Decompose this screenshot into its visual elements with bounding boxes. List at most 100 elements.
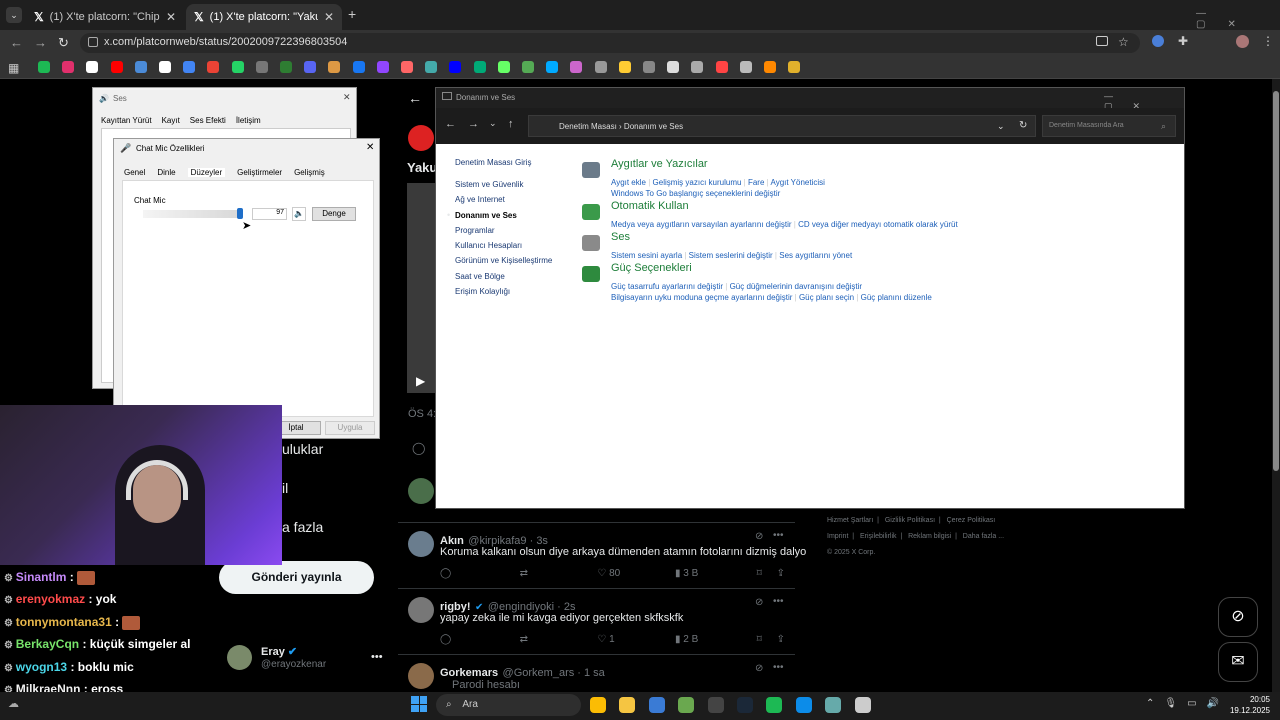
tab-enhancements[interactable]: Geliştirmeler <box>237 168 282 177</box>
trend-fragment[interactable]: il <box>282 480 288 496</box>
menu-icon[interactable]: ⋮ <box>1262 34 1274 48</box>
speaker-icon[interactable] <box>582 235 600 251</box>
widgets-icon[interactable]: ☁ <box>8 697 19 710</box>
grok-icon[interactable]: ⊘ <box>755 663 763 674</box>
bookmark-favicon-icon[interactable] <box>401 61 413 73</box>
extensions-puzzle-icon[interactable]: ✚ <box>1178 34 1188 48</box>
bookmark-favicon-icon[interactable] <box>691 61 704 73</box>
browser-tab-active[interactable]: 𝕏 (1) X'te platcorn: "YakupTV, Gro ✕ <box>186 4 342 30</box>
power-options-icon[interactable] <box>582 266 600 282</box>
address-bar[interactable]: x.com/platcornweb/status/200200972239680… <box>80 33 1140 53</box>
tab-advanced[interactable]: Gelişmiş <box>294 168 325 177</box>
apps-grid-icon[interactable]: ▦ <box>8 61 19 75</box>
breadcrumb-item[interactable]: Denetim Masası <box>559 122 617 131</box>
share-icon[interactable]: ⇪ <box>777 568 785 579</box>
nav-item[interactable]: Kullanıcı Hesapları <box>455 241 522 250</box>
site-info-icon[interactable] <box>88 37 98 47</box>
bookmark-favicon-icon[interactable] <box>159 61 171 73</box>
category-title[interactable]: Otomatik Kullan <box>611 200 689 212</box>
video-thumbnail[interactable] <box>407 183 435 393</box>
more-icon[interactable]: ••• <box>773 596 784 607</box>
slider-thumb[interactable] <box>237 208 243 219</box>
footer-link[interactable]: Daha fazla ... <box>963 533 1004 540</box>
footer-link[interactable]: Reklam bilgisi <box>908 533 951 540</box>
bookmark-favicon-icon[interactable] <box>449 61 462 73</box>
reload-icon[interactable]: ↻ <box>58 35 69 51</box>
nav-item[interactable]: Programlar <box>455 226 495 235</box>
like-button[interactable]: ♡ 80 <box>597 568 675 579</box>
bookmark-favicon-icon[interactable] <box>667 61 680 73</box>
account-name[interactable]: Eray ✔ <box>261 645 297 658</box>
tab-communications[interactable]: İletişim <box>236 116 261 125</box>
reply-avatar[interactable] <box>408 597 434 623</box>
search-input[interactable]: Denetim Masasında Ara ⌕ <box>1042 115 1176 137</box>
forward-icon[interactable]: → <box>468 118 479 130</box>
reply-icon[interactable]: ◯ <box>440 634 520 645</box>
chrome-icon[interactable] <box>590 697 606 713</box>
close-tab-icon[interactable]: ✕ <box>324 10 334 24</box>
bookmark-favicon-icon[interactable] <box>739 61 752 73</box>
bookmark-favicon-icon[interactable] <box>231 61 244 73</box>
messages-fab[interactable]: ✉ <box>1218 642 1258 682</box>
balance-button[interactable]: Denge <box>312 207 356 221</box>
bookmark-favicon-icon[interactable] <box>134 61 147 73</box>
nav-item[interactable]: Saat ve Bölge <box>455 272 505 281</box>
category-link[interactable]: Sistem sesini ayarla <box>611 251 682 260</box>
bookmark-favicon-icon[interactable] <box>546 61 559 73</box>
bookmark-favicon-icon[interactable] <box>255 61 268 73</box>
bookmark-favicon-icon[interactable] <box>207 61 220 73</box>
close-tab-icon[interactable]: ✕ <box>166 10 176 24</box>
bookmark-favicon-icon[interactable] <box>522 61 534 73</box>
bookmark-favicon-icon[interactable] <box>643 61 655 73</box>
apply-button[interactable]: Uygula <box>325 421 375 435</box>
nav-item[interactable]: Ağ ve Internet <box>455 195 505 204</box>
bookmark-favicon-icon[interactable] <box>715 61 728 73</box>
tab-levels[interactable]: Düzeyler <box>187 168 226 177</box>
bookmark-favicon-icon[interactable] <box>86 61 99 73</box>
printer-icon[interactable] <box>582 162 600 178</box>
speaker-mute-icon[interactable]: 🔈 <box>292 207 306 221</box>
breadcrumb[interactable]: Denetim Masası › Donanım ve Ses ⌄ ↻ <box>528 115 1036 137</box>
clock[interactable]: 20:05 19.12.2025 <box>1222 694 1270 716</box>
refresh-icon[interactable]: ↻ <box>1019 120 1027 131</box>
category-link[interactable]: Ses aygıtlarını yönet <box>779 251 852 260</box>
more-icon[interactable]: ••• <box>773 530 784 541</box>
bookmark-favicon-icon[interactable] <box>328 61 341 73</box>
steam-icon[interactable] <box>737 697 753 713</box>
bookmark-favicon-icon[interactable] <box>425 61 438 73</box>
bookmark-favicon-icon[interactable] <box>62 61 75 73</box>
app-icon[interactable] <box>678 697 695 713</box>
level-value[interactable]: 97 <box>252 208 287 220</box>
photos-icon[interactable] <box>648 697 665 713</box>
grok-icon[interactable]: ⊘ <box>755 531 763 542</box>
nav-item[interactable]: Denetim Masası Giriş <box>455 158 531 167</box>
bookmark-icon[interactable]: ⌑ <box>757 634 777 645</box>
post-button[interactable]: Gönderi yayınla <box>219 561 374 594</box>
browser-tab[interactable]: 𝕏 (1) X'te platcorn: "Chips, Dubai ✕ <box>26 4 184 30</box>
scrollbar-thumb[interactable] <box>1273 91 1279 471</box>
share-icon[interactable]: ⇪ <box>777 634 785 645</box>
trend-fragment[interactable]: a fazla <box>282 519 323 535</box>
tray-icons[interactable]: ⌃🎙▭🔊 <box>1146 698 1229 709</box>
extension-icon[interactable] <box>1152 35 1164 47</box>
bookmark-favicon-icon[interactable] <box>618 61 631 73</box>
start-icon[interactable] <box>411 696 427 712</box>
tab-sound-effects[interactable]: Ses Efekti <box>190 116 226 125</box>
category-link[interactable]: Güç planını düzenle <box>861 293 932 302</box>
bookmark-favicon-icon[interactable] <box>304 61 317 73</box>
category-link[interactable]: Güç planı seçin <box>799 293 854 302</box>
more-icon[interactable]: ••• <box>773 662 784 673</box>
bookmark-favicon-icon[interactable] <box>183 61 196 73</box>
grok-fab[interactable]: ⊘ <box>1218 597 1258 637</box>
app-active-icon[interactable] <box>854 697 871 713</box>
reply-icon[interactable]: ◯ <box>440 568 520 579</box>
tab-general[interactable]: Genel <box>124 168 145 177</box>
page-scrollbar[interactable] <box>1272 79 1280 692</box>
bookmark-favicon-icon[interactable] <box>352 61 365 73</box>
bookmark-star-icon[interactable]: ☆ <box>1118 35 1129 49</box>
bookmark-favicon-icon[interactable] <box>570 61 583 73</box>
reply-avatar[interactable] <box>408 531 434 557</box>
nav-item-active[interactable]: Donanım ve Ses <box>455 211 517 220</box>
footer-link[interactable]: Erişilebilirlik <box>860 533 897 540</box>
nav-item[interactable]: Sistem ve Güvenlik <box>455 180 523 189</box>
